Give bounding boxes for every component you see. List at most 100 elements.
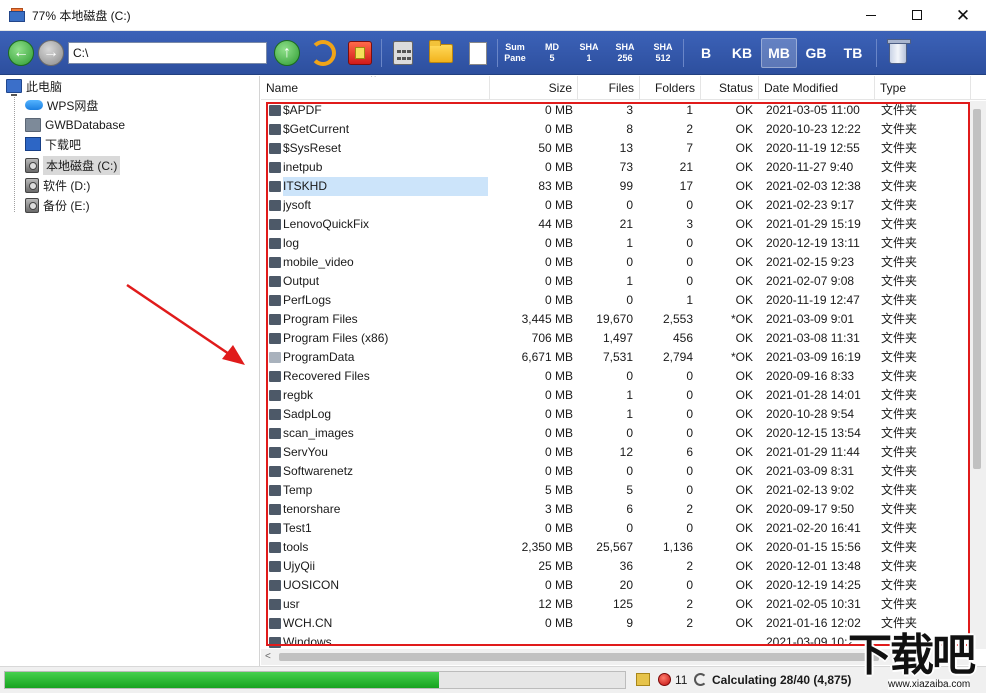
table-row[interactable]: jysoft 0 MB 0 0 OK 2021-02-23 9:17 文件夹	[261, 196, 971, 215]
table-row[interactable]: $GetCurrent 0 MB 8 2 OK 2020-10-23 12:22 文件夹	[261, 120, 971, 139]
sha512-label-2: 512	[655, 53, 671, 63]
column-header-files[interactable]: Files	[578, 76, 640, 100]
cell-files: 19,670	[596, 312, 633, 326]
cell-size: 0 MB	[544, 426, 573, 440]
tree-item-drive-e[interactable]: 备份 (E:)	[25, 195, 90, 215]
unit-b-button[interactable]: B	[688, 38, 724, 68]
table-row[interactable]: tenorshare 3 MB 6 2 OK 2020-09-17 9:50 文件夹	[261, 500, 971, 519]
column-header-status[interactable]: Status	[701, 76, 759, 100]
column-header-date[interactable]: Date Modified	[759, 76, 875, 100]
table-row[interactable]: ProgramData 6,671 MB 7,531 2,794 *OK 2021-03-…	[261, 348, 971, 367]
scrollbar-thumb[interactable]	[279, 653, 879, 661]
table-row[interactable]: Test1 0 MB 0 0 OK 2021-02-20 16:41 文件夹	[261, 519, 971, 538]
tree-item-download[interactable]: 下载吧	[25, 134, 81, 154]
cell-name: usr	[283, 597, 300, 611]
table-row[interactable]: Output 0 MB 1 0 OK 2021-02-07 9:08 文件夹	[261, 272, 971, 291]
cell-size: 0 MB	[544, 122, 573, 136]
table-row[interactable]: ServYou 0 MB 12 6 OK 2021-01-29 11:44 文件夹	[261, 443, 971, 462]
table-row[interactable]: PerfLogs 0 MB 0 1 OK 2020-11-19 12:47 文件夹	[261, 291, 971, 310]
column-header-name[interactable]: Name	[261, 76, 490, 100]
column-header-type[interactable]: Type	[875, 76, 971, 100]
table-row[interactable]: SadpLog 0 MB 1 0 OK 2020-10-28 9:54 文件夹	[261, 405, 971, 424]
tree-item-this-pc[interactable]: 此电脑	[6, 76, 62, 96]
unit-tb-button[interactable]: TB	[835, 38, 871, 68]
table-row[interactable]: inetpub 0 MB 73 21 OK 2020-11-27 9:40 文件夹	[261, 158, 971, 177]
column-header-folders[interactable]: Folders	[640, 76, 701, 100]
table-row[interactable]: Program Files (x86) 706 MB 1,497 456 OK 2021-…	[261, 329, 971, 348]
open-folder-button[interactable]	[426, 38, 456, 68]
cell-status: OK	[735, 179, 753, 193]
cell-status: OK	[735, 464, 753, 478]
table-row[interactable]: usr 12 MB 125 2 OK 2021-02-05 10:31 文件夹	[261, 595, 971, 614]
tree-item-wps-cloud[interactable]: WPS网盘	[25, 95, 98, 115]
folder-icon	[269, 314, 281, 325]
folder-icon	[269, 466, 281, 477]
sha1-button[interactable]: SHA 1	[574, 38, 604, 68]
cell-folders: 2,553	[662, 312, 693, 326]
forward-button[interactable]: →	[37, 38, 65, 68]
table-row[interactable]: Softwarenetz 0 MB 0 0 OK 2021-03-09 8:31 文件夹	[261, 462, 971, 481]
table-row[interactable]: UOSICON 0 MB 20 0 OK 2020-12-19 14:25 文件夹	[261, 576, 971, 595]
document-button[interactable]	[464, 38, 492, 68]
column-header-size[interactable]: Size	[490, 76, 578, 100]
close-button[interactable]: ✕	[940, 0, 986, 30]
list-header: ^ Name Size Files Folders Status Date Mo…	[261, 76, 986, 100]
cell-status: OK	[735, 483, 753, 497]
cell-name: tools	[283, 540, 309, 554]
tree-item-drive-d[interactable]: 软件 (D:)	[25, 175, 90, 195]
md5-button[interactable]: MD 5	[537, 38, 567, 68]
cell-type: 文件夹	[881, 483, 918, 497]
recycle-bin-button[interactable]	[884, 38, 912, 68]
sum-pane-button[interactable]: Sum Pane	[500, 38, 530, 68]
computer-icon	[6, 79, 22, 96]
cell-folders: 2	[686, 559, 693, 573]
table-row[interactable]: Temp 5 MB 5 0 OK 2021-02-13 9:02 文件夹	[261, 481, 971, 500]
horizontal-scrollbar[interactable]: <	[261, 649, 970, 665]
back-button[interactable]: ←	[7, 38, 35, 68]
table-row[interactable]: $APDF 0 MB 3 1 OK 2021-03-05 11:00 文件夹	[261, 101, 971, 120]
table-row[interactable]: tools 2,350 MB 25,567 1,136 OK 2020-01-15 15:…	[261, 538, 971, 557]
cell-type: 文件夹	[881, 350, 918, 364]
folder-icon	[269, 523, 281, 534]
scroll-left-icon[interactable]: <	[265, 651, 271, 662]
unit-gb-button[interactable]: GB	[798, 38, 834, 68]
vertical-scrollbar[interactable]	[970, 101, 986, 649]
tree-item-drive-c[interactable]: 本地磁盘 (C:)	[25, 155, 121, 175]
table-row[interactable]: log 0 MB 1 0 OK 2020-12-19 13:11 文件夹	[261, 234, 971, 253]
tree-item-gwbdatabase[interactable]: GWBDatabase	[25, 115, 125, 135]
scrollbar-thumb[interactable]	[973, 109, 981, 469]
unit-mb-button[interactable]: MB	[761, 38, 797, 68]
table-row[interactable]: Recovered Files 0 MB 0 0 OK 2020-09-16 8:33 文件…	[261, 367, 971, 386]
cell-size: 6,671 MB	[521, 350, 573, 364]
minimize-button[interactable]	[848, 0, 894, 30]
table-row[interactable]: regbk 0 MB 1 0 OK 2021-01-28 14:01 文件夹	[261, 386, 971, 405]
sha512-button[interactable]: SHA 512	[648, 38, 678, 68]
table-row[interactable]: Program Files 3,445 MB 19,670 2,553 *OK 2021-…	[261, 310, 971, 329]
table-row[interactable]: ITSKHD 83 MB 99 17 OK 2021-02-03 12:38 文件夹	[261, 177, 971, 196]
cell-size: 12 MB	[538, 597, 573, 611]
table-row[interactable]: scan_images 0 MB 0 0 OK 2020-12-15 13:54 文件夹	[261, 424, 971, 443]
sha256-label-2: 256	[617, 53, 633, 63]
tree-item-label: 此电脑	[26, 79, 63, 94]
cell-date: 2020-09-16 8:33	[766, 369, 855, 383]
up-folder-button[interactable]: ↑	[273, 38, 301, 68]
table-row[interactable]: $SysReset 50 MB 13 7 OK 2020-11-19 12:55 文件夹	[261, 139, 971, 158]
table-row[interactable]: UjyQii 25 MB 36 2 OK 2020-12-01 13:48 文件夹	[261, 557, 971, 576]
table-row[interactable]: LenovoQuickFix 44 MB 21 3 OK 2021-01-29 15:19…	[261, 215, 971, 234]
stop-button[interactable]	[346, 38, 374, 68]
cell-date: 2021-03-09 16:19	[766, 350, 861, 364]
table-row[interactable]: WCH.CN 0 MB 9 2 OK 2021-01-16 12:02 文件夹	[261, 614, 971, 633]
calculator-button[interactable]	[389, 38, 417, 68]
sha256-button[interactable]: SHA 256	[610, 38, 640, 68]
cell-size: 3 MB	[544, 502, 573, 516]
tree-item-label: GWBDatabase	[45, 118, 126, 132]
path-input[interactable]	[68, 42, 267, 64]
cell-size: 0 MB	[544, 293, 573, 307]
tree-item-label: WPS网盘	[47, 98, 99, 113]
refresh-button[interactable]	[309, 38, 337, 68]
unit-kb-button[interactable]: KB	[724, 38, 760, 68]
maximize-button[interactable]	[894, 0, 940, 30]
table-row[interactable]: mobile_video 0 MB 0 0 OK 2021-02-15 9:23 文件夹	[261, 253, 971, 272]
document-icon	[469, 41, 487, 65]
cell-files: 0	[626, 521, 633, 535]
